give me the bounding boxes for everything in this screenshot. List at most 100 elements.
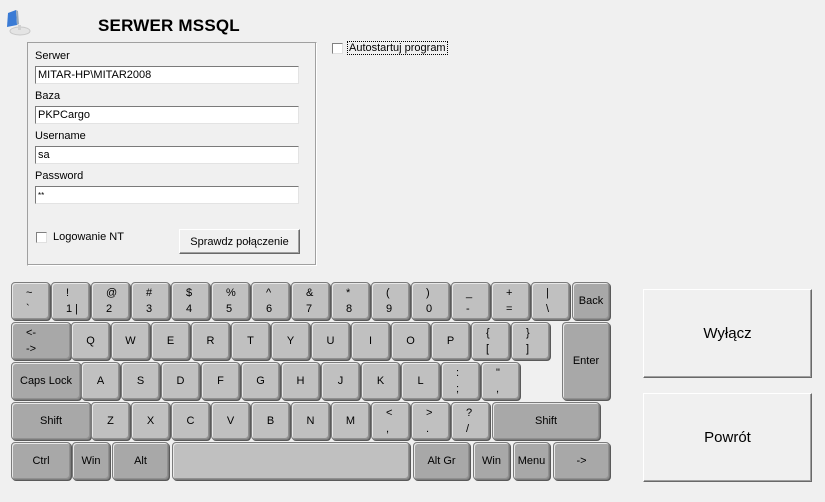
key[interactable]: & 7 [291,282,330,320]
key-base-char: 7 [306,303,313,315]
key-h[interactable]: H [281,362,320,400]
key-shift-char: # [146,287,153,299]
key[interactable]: ^ 6 [251,282,290,320]
key-y[interactable]: Y [271,322,310,360]
key-label: D [176,375,185,387]
key[interactable]: @2 [91,282,130,320]
key[interactable]: ) 0 [411,282,450,320]
key-l[interactable]: L [401,362,440,400]
key-arrow-right[interactable]: -> [553,442,610,480]
username-input[interactable]: sa [35,146,299,164]
key-label: U [326,335,335,347]
key-tab[interactable]: <- -> [11,322,71,360]
key-ctrl[interactable]: Ctrl [11,442,71,480]
key-label: W [125,335,136,347]
key-label: Alt [134,455,147,467]
key-shift-left[interactable]: Shift [11,402,91,440]
password-label: Password [35,170,84,182]
key-j[interactable]: J [321,362,360,400]
key-alt[interactable]: Alt [112,442,169,480]
key-s[interactable]: S [121,362,160,400]
key-backspace[interactable]: Back [572,282,610,320]
key-o[interactable]: O [391,322,430,360]
key[interactable]: #3 [131,282,170,320]
key-shift-char: ? [466,407,473,419]
database-input[interactable]: PKPCargo [35,106,299,124]
key-e[interactable]: E [151,322,190,360]
key-b[interactable]: B [251,402,290,440]
key-n[interactable]: N [291,402,330,440]
key-label: Ctrl [32,455,50,467]
key-alt-gr[interactable]: Alt Gr [413,442,470,480]
key-shift-char: _ [466,287,473,299]
key[interactable]: <, [371,402,410,440]
key-label: K [376,375,385,387]
key-label: S [136,375,145,387]
key-win-left[interactable]: Win [72,442,110,480]
key[interactable]: * 8 [331,282,370,320]
key-label: A [96,375,105,387]
key-win-right[interactable]: Win [473,442,510,480]
key-shift-right[interactable]: Shift [492,402,600,440]
key-label: I [368,335,373,347]
key-label: T [247,335,254,347]
key-label: Y [286,335,295,347]
key[interactable]: $4 [171,282,210,320]
key[interactable]: {[ [471,322,510,360]
key-v[interactable]: V [211,402,250,440]
autostart-label[interactable]: Autostartuj program [347,41,448,55]
nt-login-label[interactable]: Logowanie NT [53,231,124,243]
key[interactable]: (9 [371,282,410,320]
key-d[interactable]: D [161,362,200,400]
key[interactable]: | \ [531,282,570,320]
key-q[interactable]: Q [71,322,110,360]
key[interactable]: }] [511,322,550,360]
key-shift-char: > [426,407,433,419]
key[interactable]: :; [441,362,480,400]
key-shift-char: $ [186,287,193,299]
database-label: Baza [35,90,61,102]
key[interactable]: ", [481,362,520,400]
key-p[interactable]: P [431,322,470,360]
server-input[interactable]: MITAR-HP\MITAR2008 [35,66,299,84]
key-base-char: 6 [266,303,273,315]
key-r[interactable]: R [191,322,230,360]
key-u[interactable]: U [311,322,350,360]
key-base-char: ; [456,383,460,395]
key-w[interactable]: W [111,322,150,360]
key-space[interactable] [172,442,410,480]
key-caps-lock[interactable]: Caps Lock [11,362,81,400]
back-button[interactable]: Powrót [643,393,812,482]
password-input[interactable]: ** [35,186,299,204]
nt-login-checkbox[interactable] [36,232,47,243]
key[interactable]: + = [491,282,530,320]
key-label: N [306,415,315,427]
key-m[interactable]: M [331,402,370,440]
test-connection-button[interactable]: Sprawdz połączenie [179,229,300,254]
key-a[interactable]: A [81,362,120,400]
shutdown-button[interactable]: Wyłącz [643,289,812,378]
key[interactable]: % 5 [211,282,250,320]
key-base-char: = [506,303,513,315]
key-i[interactable]: I [351,322,390,360]
username-label: Username [35,130,86,142]
key-x[interactable]: X [131,402,170,440]
key-z[interactable]: Z [91,402,130,440]
key-k[interactable]: K [361,362,400,400]
key-shift-char: ) [426,287,430,299]
key-label: G [256,375,265,387]
key[interactable]: _ - [451,282,490,320]
key-enter[interactable]: Enter [562,322,610,400]
key-t[interactable]: T [231,322,270,360]
key-menu[interactable]: Menu [513,442,550,480]
key-shift-char: " [496,367,500,379]
key[interactable]: >. [411,402,450,440]
key-f[interactable]: F [201,362,240,400]
autostart-checkbox[interactable] [332,43,343,54]
key[interactable]: ? / [451,402,490,440]
key[interactable]: ~ ` [11,282,50,320]
key[interactable]: ! 1 | [51,282,90,320]
autostart-label-wrap[interactable]: Autostartuj program [347,41,448,55]
key-g[interactable]: G [241,362,280,400]
key-c[interactable]: C [171,402,210,440]
